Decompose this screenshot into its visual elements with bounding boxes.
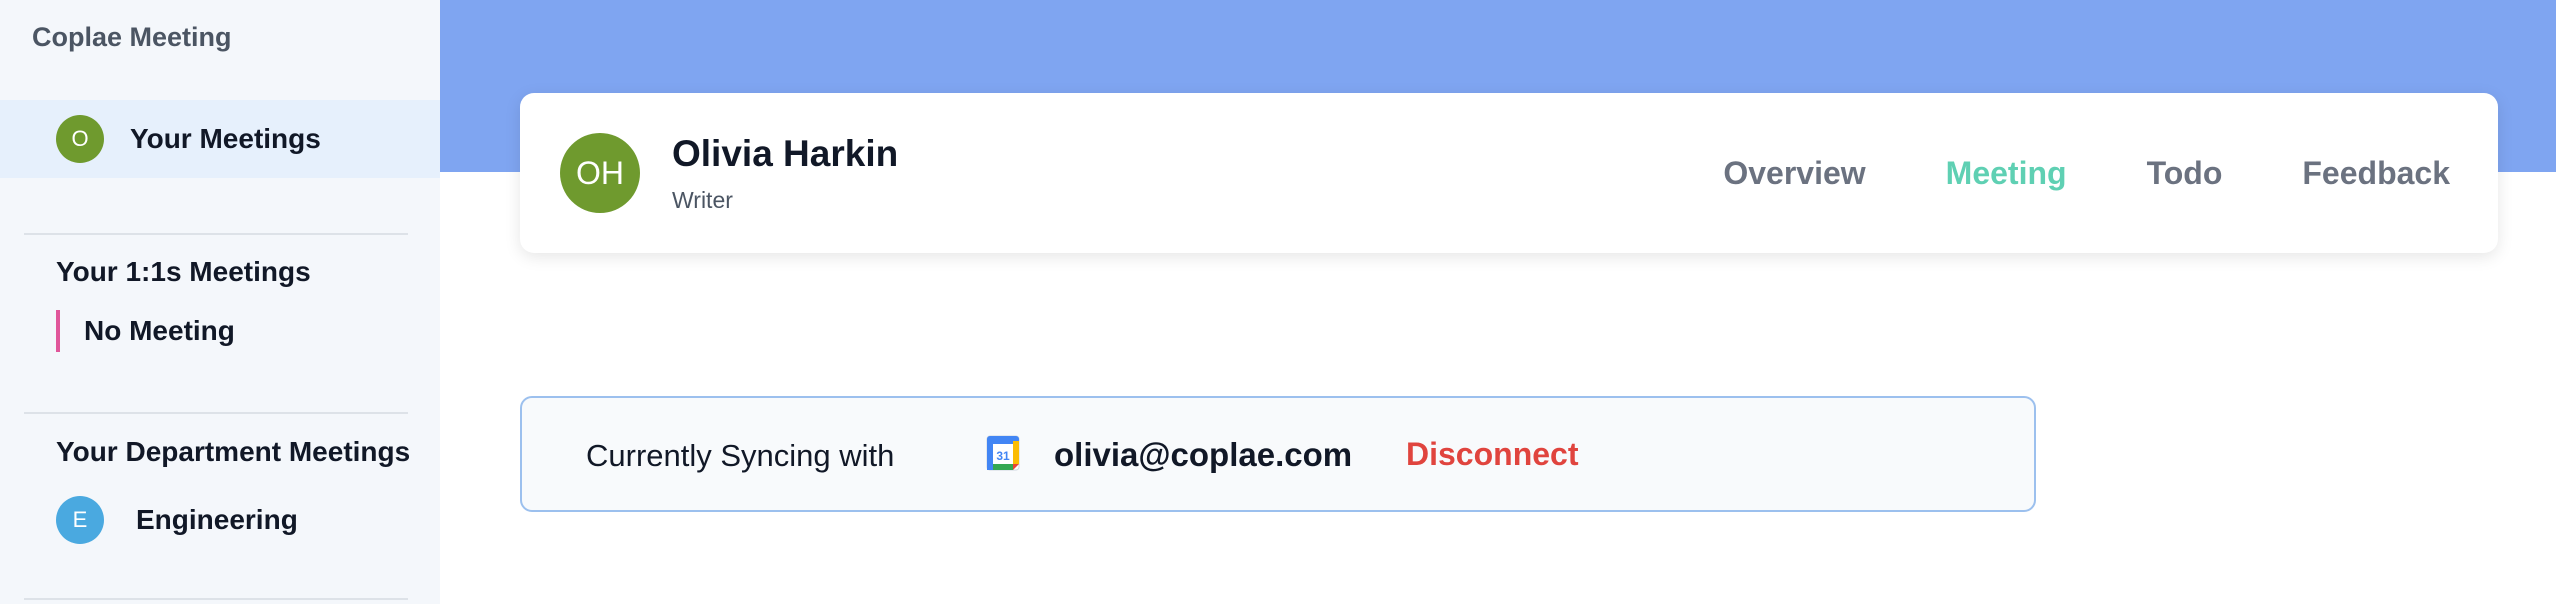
google-calendar-icon: 31	[986, 435, 1020, 471]
sidebar-item-label: Your Meetings	[130, 123, 321, 154]
no-meeting-item: No Meeting	[56, 310, 235, 352]
tab-todo[interactable]: Todo	[2147, 155, 2223, 192]
section-title-department: Your Department Meetings	[56, 436, 411, 467]
calendar-sync-panel: Currently Syncing with 31 olivia@coplae.…	[520, 396, 2036, 512]
profile-avatar: OH	[560, 133, 640, 213]
sidebar-divider	[24, 412, 408, 414]
section-title-one-on-ones: Your 1:1s Meetings	[56, 256, 311, 287]
department-avatar: E	[56, 496, 104, 544]
tab-feedback[interactable]: Feedback	[2302, 155, 2450, 192]
sidebar-divider	[24, 598, 408, 600]
profile-tabs: Overview Meeting Todo Feedback	[1723, 93, 2450, 253]
tab-meeting[interactable]: Meeting	[1946, 155, 2067, 192]
profile-name: Olivia Harkin	[672, 133, 899, 174]
sync-status-text: Currently Syncing with	[586, 438, 895, 473]
synced-email: olivia@coplae.com	[1054, 436, 1353, 473]
calendar-day-number: 31	[996, 449, 1010, 463]
sidebar-item-your-meetings[interactable]: O Your Meetings	[0, 100, 440, 178]
app-brand: Coplae Meeting	[32, 22, 232, 52]
sidebar-item-engineering[interactable]: E Engineering	[56, 496, 298, 544]
sidebar-divider	[24, 233, 408, 235]
sidebar-item-label: Engineering	[136, 504, 298, 535]
sidebar: Coplae Meeting O Your Meetings Your 1:1s…	[0, 0, 440, 604]
profile-card: OH Olivia Harkin Writer Overview Meeting…	[520, 93, 2498, 253]
tab-overview[interactable]: Overview	[1723, 155, 1865, 192]
disconnect-button[interactable]: Disconnect	[1406, 436, 1578, 473]
profile-role: Writer	[672, 187, 733, 213]
user-avatar: O	[56, 115, 104, 163]
